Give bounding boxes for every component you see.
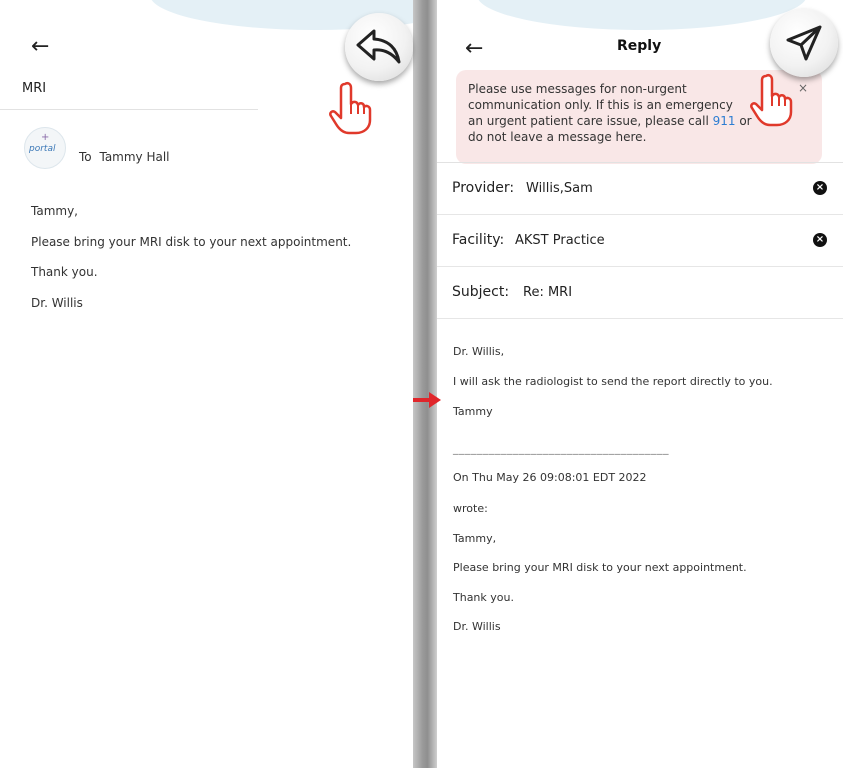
message-line: Dr. Willis — [31, 296, 83, 310]
pointing-hand-icon — [750, 73, 793, 127]
subject-label: Subject: — [452, 284, 510, 300]
subject-field[interactable]: Subject: Re: MRI — [437, 267, 843, 319]
notice-line: do not leave a message here. — [468, 130, 647, 144]
message-line: Tammy, — [31, 204, 78, 218]
reply-arrow-icon — [356, 29, 401, 64]
back-arrow-icon[interactable]: ← — [31, 36, 49, 58]
message-line: Thank you. — [31, 265, 98, 279]
facility-value: AKST Practice — [515, 233, 605, 248]
provider-label: Provider: — [452, 180, 515, 196]
body-line: Tammy — [453, 405, 493, 418]
send-paper-plane-icon — [786, 25, 822, 61]
quote-separator: ____________________________________ — [453, 442, 669, 455]
recipient-prefix: To — [79, 150, 92, 164]
quoted-line: Dr. Willis — [453, 620, 501, 633]
portal-logo: + portal — [24, 127, 66, 169]
back-arrow-icon[interactable]: ← — [465, 38, 483, 60]
send-button[interactable] — [770, 9, 838, 77]
body-line: I will ask the radiologist to send the r… — [453, 375, 773, 388]
quote-header: On Thu May 26 09:08:01 EDT 2022 — [453, 471, 647, 484]
facility-field[interactable]: Facility: AKST Practice × — [437, 215, 843, 267]
header-decoration — [477, 0, 807, 30]
emergency-phone-link[interactable]: 911 — [713, 114, 736, 128]
recipient-name: Tammy Hall — [99, 150, 170, 164]
body-line: Dr. Willis, — [453, 345, 505, 358]
quote-wrote: wrote: — [453, 502, 488, 515]
pointing-hand-icon — [329, 81, 372, 135]
clear-x-icon[interactable]: × — [813, 233, 827, 247]
facility-label: Facility: — [452, 232, 505, 248]
quoted-line: Please bring your MRI disk to your next … — [453, 561, 747, 574]
provider-value: Willis,Sam — [526, 181, 593, 196]
message-subject: MRI — [22, 81, 47, 96]
notice-text: an urgent patient care issue, please cal… — [468, 114, 713, 128]
reply-button[interactable] — [345, 13, 413, 81]
recipient-line: To Tammy Hall — [79, 150, 174, 164]
red-right-arrow-icon — [413, 392, 441, 408]
message-line: Please bring your MRI disk to your next … — [31, 235, 352, 249]
quoted-line: Thank you. — [453, 591, 514, 604]
clear-x-icon[interactable]: × — [813, 181, 827, 195]
plus-icon: + — [41, 132, 50, 143]
quoted-line: Tammy, — [453, 532, 497, 545]
page-title: Reply — [617, 38, 662, 54]
divider — [0, 109, 258, 110]
panel-gutter — [413, 0, 437, 768]
provider-field[interactable]: Provider: Willis,Sam × — [437, 163, 843, 215]
subject-value: Re: MRI — [523, 285, 573, 300]
logo-text: portal — [29, 144, 56, 154]
